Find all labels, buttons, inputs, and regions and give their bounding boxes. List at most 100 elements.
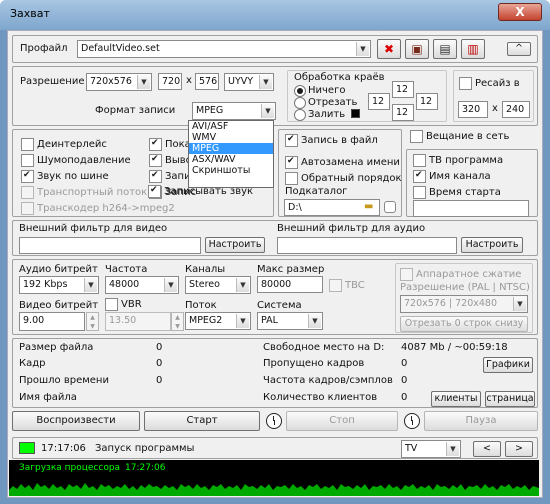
format-option[interactable]: Скриншоты: [189, 165, 273, 176]
resize-checkbox[interactable]: Ресайз в: [459, 77, 520, 90]
reverse-order-checkbox[interactable]: Обратный порядок: [285, 172, 402, 185]
vbr-input[interactable]: 13.50: [105, 312, 171, 331]
format-option[interactable]: AVI/ASF: [189, 121, 273, 132]
file-size-label: Размер файла: [19, 342, 94, 353]
filters-panel: Внешний фильтр для видео Настроить Внешн…: [12, 220, 538, 256]
record-format-value: MPEG: [196, 105, 224, 116]
chevron-down-icon: ▼: [84, 278, 97, 292]
profile-select-value: DefaultVideo.set: [81, 43, 160, 54]
record-format-dropdown[interactable]: AVI/ASF WMV MPEG ASX/WAV Скриншоты: [188, 120, 274, 188]
elapsed-label: Прошло времени: [19, 375, 109, 386]
chevron-down-icon: ▼: [236, 278, 249, 292]
edge-bottom-input[interactable]: 12: [392, 104, 414, 121]
clients-count-label: Количество клиентов: [263, 392, 378, 403]
resolution-select-value: 720x576: [90, 76, 132, 87]
tv-select[interactable]: TV ▼: [401, 440, 461, 458]
tv-start-input[interactable]: [413, 200, 529, 217]
edge-cut-radio[interactable]: Отрезать: [294, 97, 357, 109]
floppy-save-icon[interactable]: ▥: [461, 39, 485, 59]
format-option-selected[interactable]: MPEG: [189, 143, 273, 154]
film-reel-icon[interactable]: ▣: [405, 39, 429, 59]
page-button[interactable]: страница: [485, 391, 535, 407]
client-area: Профайл DefaultVideo.set ▼ ✖ ▣ ▤ ▥ ^ Разр…: [7, 30, 543, 498]
start-time-checkbox[interactable]: Время старта: [413, 186, 501, 199]
video-filter-configure-button[interactable]: Настроить: [205, 237, 265, 253]
graphs-button[interactable]: Графики: [483, 357, 533, 373]
system-select[interactable]: PAL ▼: [257, 312, 323, 330]
profile-label: Профайл: [20, 43, 68, 54]
chevron-down-icon: ▼: [308, 314, 321, 328]
hw-compression-group: Аппаратное сжатие Разрешение (PAL | NTSC…: [395, 263, 533, 333]
format-option[interactable]: ASX/WAV: [189, 154, 273, 165]
record-format-select[interactable]: MPEG ▼: [192, 102, 276, 120]
edge-left-input[interactable]: 12: [368, 93, 390, 110]
profile-select[interactable]: DefaultVideo.set ▼: [77, 40, 371, 58]
resolution-select[interactable]: 720x576 ▼: [86, 73, 152, 91]
audio-filter-configure-button[interactable]: Настроить: [461, 237, 523, 253]
resize-width-input[interactable]: 320: [458, 101, 488, 118]
stop-button[interactable]: Стоп: [286, 411, 398, 431]
vbr-spinner[interactable]: ▲ ▼: [171, 312, 184, 331]
clients-count-value: 0: [401, 392, 408, 403]
channels-select[interactable]: Stereo ▼: [185, 276, 251, 294]
tv-program-checkbox[interactable]: ТВ программа: [413, 154, 503, 167]
edge-top-input[interactable]: 12: [392, 81, 414, 98]
broadcast-checkbox[interactable]: Вещание в сеть: [410, 130, 509, 143]
edge-none-radio[interactable]: Ничего: [294, 85, 345, 97]
collapse-button[interactable]: ^: [507, 42, 531, 56]
audio-filter-input[interactable]: [277, 237, 457, 254]
edge-fill-radio[interactable]: Залить: [294, 109, 345, 121]
frequency-select[interactable]: 48000 ▼: [105, 276, 179, 294]
cut-lines-button[interactable]: Отрезать 0 строк снизу: [400, 316, 528, 332]
hw-resolution-value: 720x576 | 720x480: [404, 298, 498, 309]
film-save-icon[interactable]: ▤: [433, 39, 457, 59]
audio-bitrate-select[interactable]: 192 Kbps ▼: [19, 276, 99, 294]
resize-times-sign: x: [492, 103, 498, 114]
vbr-checkbox[interactable]: VBR: [105, 298, 142, 311]
subdir-toggle[interactable]: [384, 201, 396, 213]
denoise-checkbox[interactable]: Шумоподавление: [21, 154, 131, 167]
channel-name-checkbox[interactable]: Имя канала: [413, 169, 491, 183]
transcoder-checkbox[interactable]: Транскодер h264->mpeg2: [21, 202, 175, 215]
width-input[interactable]: 720: [158, 73, 182, 90]
chevron-down-icon: ▼: [236, 314, 249, 328]
video-bitrate-spinner[interactable]: ▲ ▼: [86, 312, 99, 331]
fill-color-swatch[interactable]: [351, 109, 360, 118]
prev-button[interactable]: <: [473, 441, 501, 457]
chevron-down-icon: ▼: [356, 42, 369, 56]
folder-icon[interactable]: ▬: [364, 201, 373, 212]
clients-button[interactable]: клиенты: [431, 391, 481, 407]
height-input[interactable]: 576: [195, 73, 219, 90]
tbc-checkbox[interactable]: TBC: [329, 279, 365, 292]
edge-right-input[interactable]: 12: [416, 93, 438, 110]
start-button[interactable]: Старт: [144, 411, 260, 431]
write-file-checkbox[interactable]: Запись в файл: [285, 133, 378, 147]
free-space-label: Свободное место на D:: [263, 342, 385, 353]
format-option[interactable]: WMV: [189, 132, 273, 143]
hw-compression-checkbox[interactable]: Аппаратное сжатие: [400, 268, 521, 281]
hw-resolution-select[interactable]: 720x576 | 720x480 ▼: [400, 295, 528, 313]
stream-select[interactable]: MPEG2 ▼: [185, 312, 251, 330]
max-size-input[interactable]: 80000: [257, 276, 323, 293]
pause-button[interactable]: Пауза: [424, 411, 538, 431]
close-red-icon[interactable]: ✖: [377, 39, 401, 59]
status-bar: 17:17:06 Запуск программы TV ▼ < >: [12, 437, 538, 459]
start-timer-clock-icon[interactable]: [266, 413, 282, 429]
video-filter-input[interactable]: [19, 237, 201, 254]
colorspace-select[interactable]: UYVY ▼: [224, 73, 274, 91]
resize-height-input[interactable]: 240: [502, 101, 530, 118]
auto-rename-checkbox[interactable]: Автозамена имени: [285, 155, 400, 169]
transport-stream-checkbox[interactable]: Транспортный поток: [21, 186, 147, 199]
next-button[interactable]: >: [505, 441, 533, 457]
video-bitrate-input[interactable]: 9.00: [19, 312, 85, 331]
stop-timer-clock-icon[interactable]: [404, 413, 420, 429]
play-button[interactable]: Воспроизвести: [12, 411, 140, 431]
bus-sound-checkbox[interactable]: Звук по шине: [21, 169, 109, 183]
deinterlace-checkbox[interactable]: Деинтерлейс: [21, 138, 107, 151]
output-checkbox[interactable]: Выво: [149, 153, 192, 167]
show-checkbox[interactable]: Пока: [149, 137, 191, 151]
stream-value: MPEG2: [189, 315, 223, 326]
window-close-button[interactable]: X: [498, 3, 542, 21]
file-name-label: Имя файла: [19, 392, 77, 403]
resolution-label: Разрешение: [20, 76, 85, 87]
